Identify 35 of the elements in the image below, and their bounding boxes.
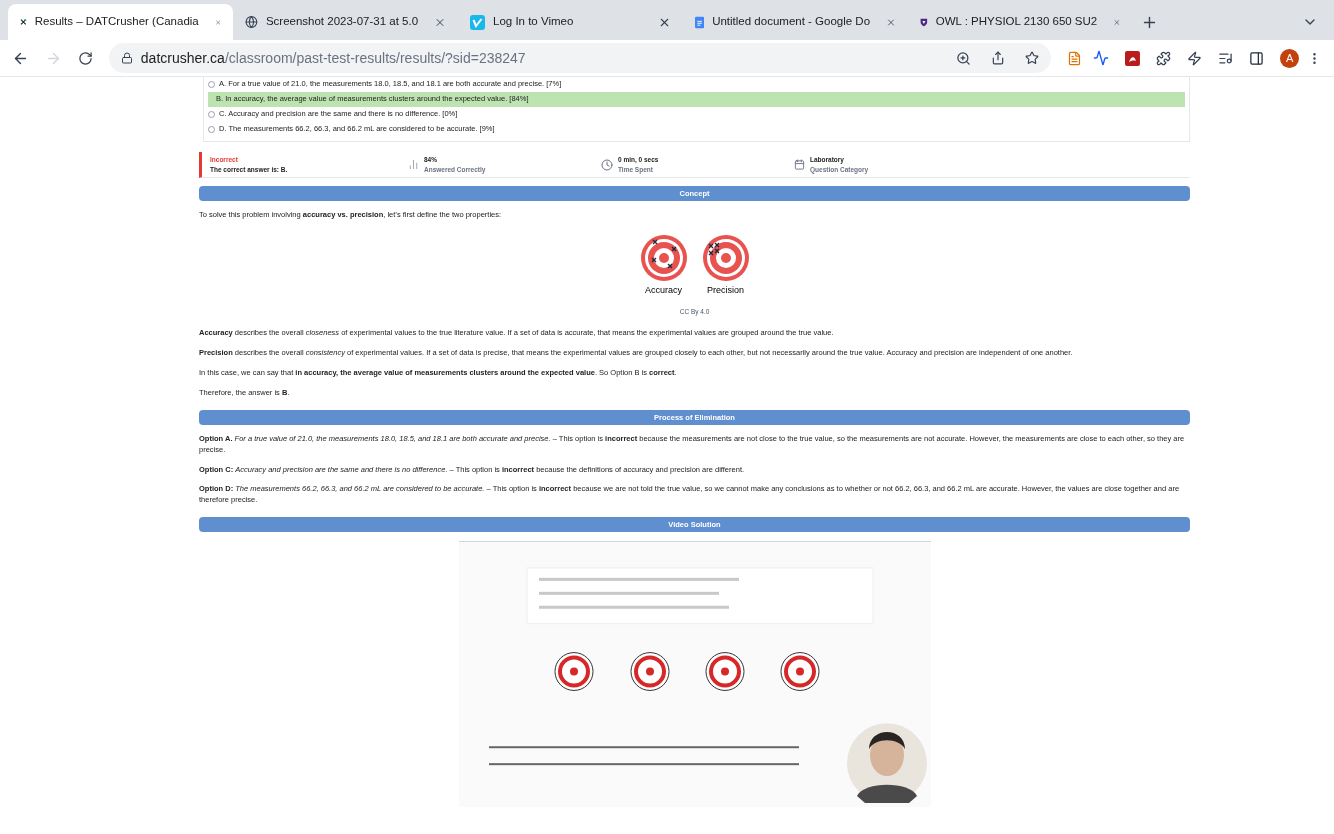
clock-icon [601, 158, 613, 171]
document-icon [695, 14, 705, 30]
browser-tab[interactable]: Screenshot 2023-07-31 at 5.0 [233, 4, 458, 40]
tab-title: Screenshot 2023-07-31 at 5.0 [265, 14, 419, 30]
browser-tab[interactable]: Results – DATCrusher (Canadia [8, 4, 233, 40]
extension-icon[interactable] [1066, 50, 1082, 66]
figure-label: Precision [707, 283, 744, 297]
figure-label: Accuracy [645, 283, 682, 297]
bolt-icon[interactable] [1187, 50, 1203, 66]
url-text: datcrusher.ca/classroom/past-test-results/results/?sid=238247 [140, 48, 527, 68]
target-drawing [701, 233, 750, 282]
tab-title: Results – DATCrusher (Canadia [34, 14, 199, 30]
bookmark-icon[interactable] [1024, 51, 1039, 65]
browser-tab[interactable]: Log In to Vimeo [458, 4, 683, 40]
logo-icon [470, 14, 485, 30]
target-drawing [639, 233, 688, 282]
extensions-icon[interactable] [1156, 50, 1172, 66]
profile-avatar[interactable]: A [1280, 48, 1300, 68]
waveform-icon[interactable] [1093, 50, 1110, 66]
address-bar[interactable]: datcrusher.ca/classroom/past-test-results/results/?sid=238247 [108, 43, 1051, 73]
tab-title: OWL : PHYSIOL 2130 650 SU2 [935, 14, 1098, 30]
calendar-icon [794, 159, 805, 170]
tab-title: Untitled document - Google Do [712, 14, 871, 30]
tab-title: Log In to Vimeo [493, 14, 574, 30]
lock-icon [120, 52, 133, 64]
zoom-icon[interactable] [955, 50, 971, 66]
pdf-icon[interactable] [1125, 50, 1141, 66]
share-icon[interactable] [990, 51, 1005, 65]
bar-chart-icon [408, 159, 419, 170]
reload-icon[interactable] [77, 50, 93, 66]
browser-tab[interactable]: Untitled document - Google Do [683, 4, 908, 40]
globe-icon [245, 15, 258, 29]
media-icon[interactable] [1218, 50, 1234, 66]
browser-tab[interactable]: OWL : PHYSIOL 2130 650 SU2 [908, 4, 1133, 40]
side-panel-icon[interactable] [1249, 50, 1265, 66]
